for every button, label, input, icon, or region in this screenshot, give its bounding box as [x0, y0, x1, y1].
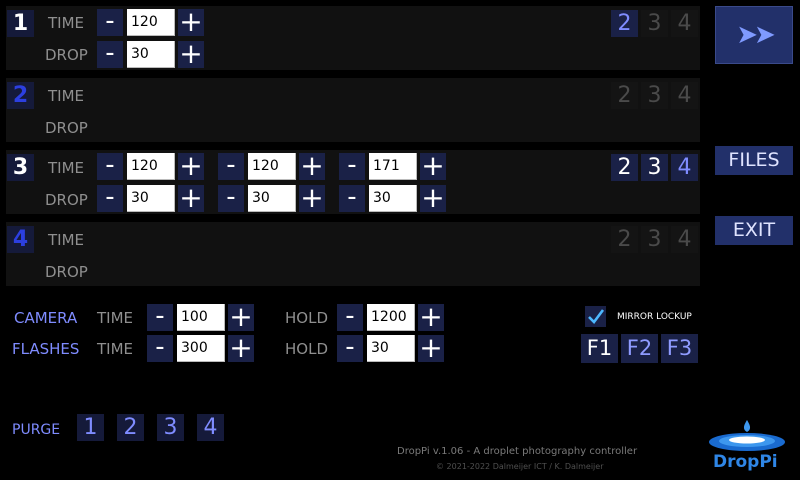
- valve-1-drop-count-4[interactable]: 4: [671, 10, 698, 37]
- valve-1-drop-count-3[interactable]: 3: [641, 10, 668, 37]
- purge-2-button[interactable]: 2: [117, 414, 144, 441]
- valve-1-time-1-field[interactable]: 120: [127, 9, 175, 36]
- valve-3-time-2-plus-button[interactable]: +: [299, 152, 325, 180]
- valve-4-number[interactable]: 4: [7, 226, 34, 253]
- flashes-hold-minus-button[interactable]: -: [337, 334, 363, 362]
- mirror-lockup-checkbox[interactable]: [585, 306, 606, 327]
- footer-title: DropPi v.1.06 - A droplet photography co…: [397, 446, 638, 457]
- valve-2-time-label: TIME: [48, 87, 85, 105]
- camera-time-minus-button[interactable]: -: [147, 303, 173, 331]
- valve-3-drop-2-field[interactable]: 30: [248, 185, 296, 212]
- camera-time-label: TIME: [97, 309, 134, 327]
- valve-3-drop-1-field[interactable]: 30: [127, 185, 175, 212]
- camera-time-plus-button[interactable]: +: [228, 303, 254, 331]
- valve-1-time-1-minus-button[interactable]: -: [97, 8, 123, 36]
- exit-button[interactable]: EXIT: [715, 216, 793, 245]
- purge-1-button[interactable]: 1: [77, 414, 104, 441]
- valve-1-time-1-plus-button[interactable]: +: [178, 8, 204, 36]
- valve-4-drop-label: DROP: [45, 263, 88, 281]
- camera-hold-label: HOLD: [285, 309, 328, 327]
- valve-3-drop-1-minus-button[interactable]: -: [97, 184, 123, 212]
- mirror-lockup-label: MIRROR LOCKUP: [617, 312, 692, 322]
- flashes-time-plus-button[interactable]: +: [228, 334, 254, 362]
- valve-1-drop-1-plus-button[interactable]: +: [178, 40, 204, 68]
- valve-3-drop-1-plus-button[interactable]: +: [178, 184, 204, 212]
- files-button[interactable]: FILES: [715, 146, 793, 175]
- valve-2-drop-count-3[interactable]: 3: [641, 82, 668, 109]
- logo-text: DropPi: [713, 452, 778, 472]
- valve-2-drop-label: DROP: [45, 119, 88, 137]
- valve-3-drop-2-minus-button[interactable]: -: [218, 184, 244, 212]
- valve-3-time-3-plus-button[interactable]: +: [420, 152, 446, 180]
- valve-3-time-1-field[interactable]: 120: [127, 153, 175, 180]
- valve-3-time-3-field[interactable]: 171: [369, 153, 417, 180]
- valve-3-drop-3-field[interactable]: 30: [369, 185, 417, 212]
- valve-3-drop-count-3[interactable]: 3: [641, 154, 668, 181]
- flashes-time-field[interactable]: 300: [177, 335, 225, 362]
- valve-3-time-2-field[interactable]: 120: [248, 153, 296, 180]
- valve-1-drop-count-2[interactable]: 2: [611, 10, 638, 37]
- valve-4-drop-count-3[interactable]: 3: [641, 226, 668, 253]
- valve-3-time-1-plus-button[interactable]: +: [178, 152, 204, 180]
- footer-copyright: © 2021-2022 Dalmeijer ICT / K. Dalmeijer: [436, 462, 604, 471]
- valve-3-drop-3-minus-button[interactable]: -: [339, 184, 365, 212]
- camera-time-field[interactable]: 100: [177, 304, 225, 331]
- droppi-logo: DropPi: [705, 420, 790, 476]
- valve-3-drop-count-4[interactable]: 4: [671, 154, 698, 181]
- flashes-label: FLASHES: [12, 340, 80, 358]
- valve-3-time-1-minus-button[interactable]: -: [97, 152, 123, 180]
- valve-2-number[interactable]: 2: [7, 82, 34, 109]
- flashes-hold-field[interactable]: 30: [367, 335, 415, 362]
- purge-label: PURGE: [12, 422, 61, 438]
- valve-1-drop-label: DROP: [45, 46, 88, 64]
- valve-4-panel: [6, 222, 700, 286]
- water-splash-icon: [709, 420, 785, 451]
- run-icon: ➤➤: [736, 20, 776, 50]
- flashes-hold-label: HOLD: [285, 340, 328, 358]
- flashes-hold-plus-button[interactable]: +: [418, 334, 444, 362]
- valve-1-number[interactable]: 1: [7, 10, 34, 37]
- flash-2-button[interactable]: F2: [621, 334, 658, 363]
- flash-3-button[interactable]: F3: [661, 334, 698, 363]
- camera-hold-plus-button[interactable]: +: [418, 303, 444, 331]
- flashes-time-minus-button[interactable]: -: [147, 334, 173, 362]
- camera-hold-minus-button[interactable]: -: [337, 303, 363, 331]
- camera-label: CAMERA: [14, 309, 78, 327]
- valve-3-time-3-minus-button[interactable]: -: [339, 152, 365, 180]
- valve-1-time-label: TIME: [48, 14, 85, 32]
- valve-3-time-2-minus-button[interactable]: -: [218, 152, 244, 180]
- valve-4-drop-count-4[interactable]: 4: [671, 226, 698, 253]
- checkmark-icon: [588, 309, 605, 324]
- run-button[interactable]: ➤➤: [715, 6, 793, 64]
- valve-3-drop-2-plus-button[interactable]: +: [299, 184, 325, 212]
- valve-4-time-label: TIME: [48, 231, 85, 249]
- flashes-time-label: TIME: [97, 340, 134, 358]
- valve-3-drop-count-2[interactable]: 2: [611, 154, 638, 181]
- valve-4-drop-count-2[interactable]: 2: [611, 226, 638, 253]
- valve-1-drop-1-minus-button[interactable]: -: [97, 40, 123, 68]
- valve-3-time-label: TIME: [48, 159, 85, 177]
- valve-3-drop-label: DROP: [45, 191, 88, 209]
- camera-hold-field[interactable]: 1200: [367, 304, 415, 331]
- valve-2-panel: [6, 78, 700, 142]
- flash-1-button[interactable]: F1: [581, 334, 618, 363]
- valve-2-drop-count-4[interactable]: 4: [671, 82, 698, 109]
- valve-1-drop-1-field[interactable]: 30: [127, 41, 175, 68]
- valve-2-drop-count-2[interactable]: 2: [611, 82, 638, 109]
- valve-3-number[interactable]: 3: [7, 154, 34, 181]
- purge-4-button[interactable]: 4: [197, 414, 224, 441]
- valve-3-drop-3-plus-button[interactable]: +: [420, 184, 446, 212]
- purge-3-button[interactable]: 3: [157, 414, 184, 441]
